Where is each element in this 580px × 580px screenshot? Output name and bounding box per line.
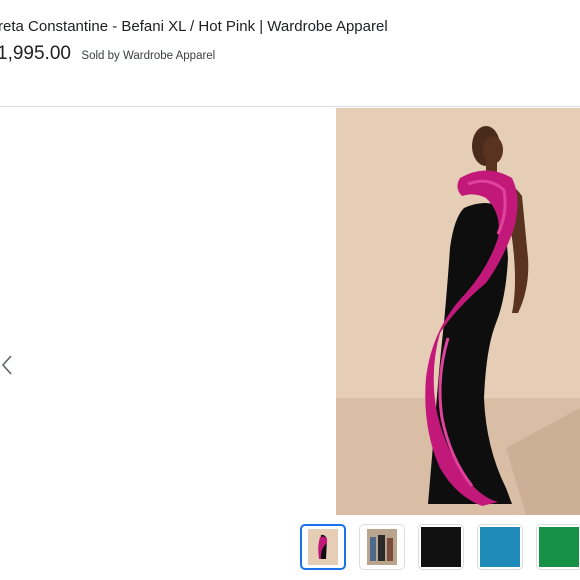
- gown-photo: [336, 108, 580, 515]
- chevron-left-icon: [1, 355, 12, 375]
- previous-image-button[interactable]: [0, 352, 18, 378]
- thumbnail-5[interactable]: [536, 524, 580, 570]
- thumbnail-1[interactable]: [300, 524, 346, 570]
- green-swatch: [539, 527, 579, 567]
- face: [483, 136, 503, 164]
- price-row: 1,995.00 Sold by Wardrobe Apparel: [0, 43, 215, 65]
- thumbnail-gown-image: [308, 529, 338, 565]
- main-product-image[interactable]: [336, 108, 580, 515]
- thumbnail-strip: [0, 524, 580, 576]
- thumbnail-group-image: [367, 529, 397, 565]
- thumbnail-3[interactable]: [418, 524, 464, 570]
- thumbnail-2[interactable]: [359, 524, 405, 570]
- divider: [0, 106, 580, 107]
- product-price: 1,995.00: [0, 43, 71, 64]
- thumbnail-4[interactable]: [477, 524, 523, 570]
- blue-swatch: [480, 527, 520, 567]
- product-title: reta Constantine - Befani XL / Hot Pink …: [0, 18, 388, 35]
- black-swatch: [421, 527, 461, 567]
- seller-label: Sold by Wardrobe Apparel: [81, 50, 216, 62]
